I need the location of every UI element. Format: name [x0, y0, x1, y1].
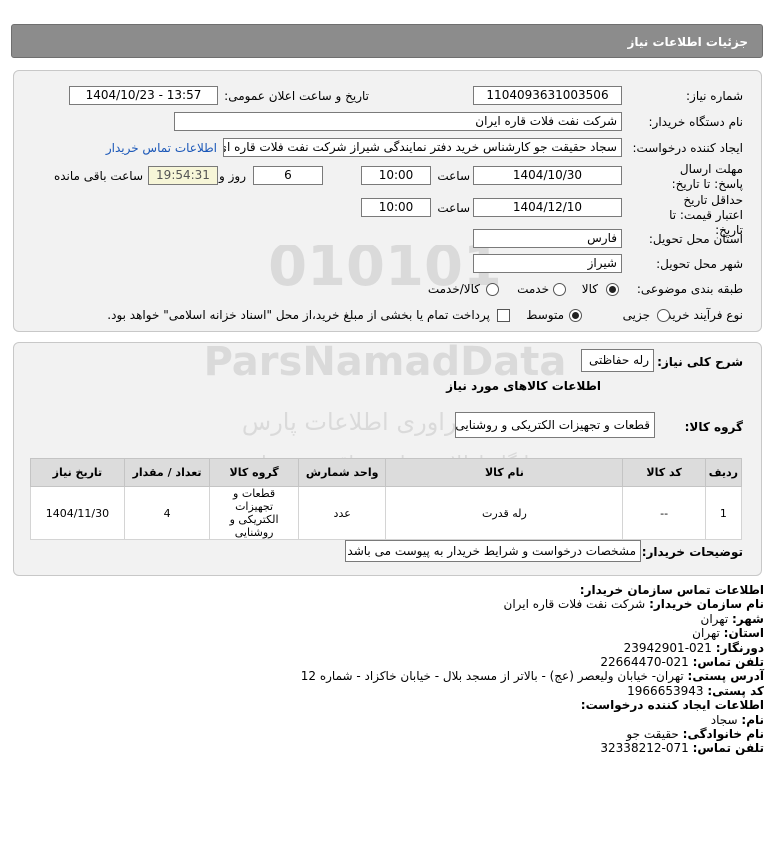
contact-org: نام سازمان خریدار: شرکت نفت فلات قاره ای… — [503, 597, 765, 612]
reply-deadline-label: مهلت ارسال پاسخ: تا تاریخ: — [671, 162, 743, 191]
delivery-province-field[interactable]: فارس — [473, 229, 622, 248]
cell-row-number: 1 — [704, 486, 743, 540]
process-option-medium: متوسط — [526, 308, 564, 322]
col-goods-name: نام کالا — [385, 458, 624, 487]
col-row-number: ردیف — [704, 458, 743, 487]
col-need-date: تاریخ نیاز — [30, 458, 125, 487]
goods-table-header-row: ردیف کد کالا نام کالا واحد شمارش گروه کا… — [30, 458, 743, 487]
process-option-minor: جزیی — [622, 308, 650, 322]
contact-province: استان: تهران — [692, 626, 764, 641]
buyer-contact-link[interactable]: اطلاعات تماس خریدار — [106, 141, 217, 155]
days-label: روز و — [219, 169, 246, 183]
general-desc-field: رله حفاظتی — [581, 349, 654, 372]
cell-need-date: 1404/11/30 — [30, 486, 125, 540]
cell-quantity: 4 — [123, 486, 211, 540]
price-validity-date-field[interactable]: 1404/12/10 — [473, 198, 622, 217]
reply-time-field[interactable]: 10:00 — [361, 166, 431, 185]
goods-group-label: گروه کالا: — [684, 420, 743, 434]
contact-section: اطلاعات تماس سازمان خریدار: نام سازمان خ… — [301, 583, 764, 756]
announce-datetime-field[interactable]: 1404/10/23 - 13:57 — [69, 86, 218, 105]
buyer-notes-label: توضیحات خریدار: — [641, 545, 743, 559]
goods-group-field: قطعات و تجهیزات الکتریکی و روشنایی — [455, 412, 655, 438]
goods-info-title: اطلاعات کالاهای مورد نیاز — [446, 379, 601, 393]
general-desc-label: شرح کلی نیاز: — [657, 355, 743, 369]
contact-fax: دورنگار: 021-23942901 — [623, 640, 764, 655]
contact-phone: تلفن تماس: 021-22664470 — [600, 655, 764, 670]
contact-postal-code: کد پستی: 1966653943 — [627, 683, 764, 698]
category-radio-goods-service[interactable] — [486, 283, 499, 296]
need-number-label: شماره نیاز: — [686, 89, 743, 103]
cell-goods-group: قطعات و تجهیزات الکتریکی و روشنایی — [209, 486, 299, 540]
price-validity-time-field[interactable]: 10:00 — [361, 198, 431, 217]
reply-days-field[interactable]: 6 — [253, 166, 323, 185]
delivery-city-label: شهر محل تحویل: — [656, 257, 743, 271]
table-row: 1 -- رله قدرت عدد قطعات و تجهیزات الکتری… — [30, 486, 743, 540]
delivery-city-field[interactable]: شیراز — [473, 254, 622, 273]
cell-unit: عدد — [297, 486, 387, 540]
need-number-field[interactable]: 1104093631003506 — [473, 86, 622, 105]
remaining-label: ساعت باقی مانده — [53, 169, 143, 183]
remaining-time-field: 19:54:31 — [148, 166, 218, 185]
process-radio-minor[interactable] — [657, 309, 670, 322]
announce-datetime-label: تاریخ و ساعت اعلان عمومی: — [224, 89, 369, 103]
category-radio-goods[interactable] — [606, 283, 619, 296]
creator-title: اطلاعات ایجاد کننده درخواست: — [580, 698, 764, 713]
buyer-org-label: نام دستگاه خریدار: — [648, 115, 744, 129]
category-label: طبقه بندی موضوعی: — [636, 282, 743, 296]
col-quantity: تعداد / مقدار — [123, 458, 211, 487]
requester-label: ایجاد کننده درخواست: — [632, 141, 743, 155]
col-goods-group: گروه کالا — [209, 458, 299, 487]
goods-table: ردیف کد کالا نام کالا واحد شمارش گروه کا… — [30, 458, 743, 540]
buyer-notes-field: مشخصات درخواست و شرایط خریدار به پیوست م… — [345, 540, 641, 562]
page-header: جزئیات اطلاعات نیاز — [11, 24, 763, 58]
creator-last-name: نام خانوادگی: حقیقت جو — [626, 727, 764, 742]
creator-first-name: نام: سجاد — [710, 712, 764, 727]
category-option-service: خدمت — [517, 282, 549, 296]
category-option-goods-service: کالا/خدمت — [427, 282, 480, 296]
treasury-payment-checkbox[interactable] — [497, 309, 510, 322]
purchase-process-label: نوع فرآیند خرید : — [658, 308, 743, 322]
process-radio-medium[interactable] — [569, 309, 582, 322]
cell-goods-code: -- — [622, 486, 706, 540]
contact-city: شهر: تهران — [700, 611, 764, 626]
creator-phone: تلفن تماس: 071-32338212 — [600, 741, 764, 756]
cell-goods-name: رله قدرت — [385, 486, 624, 540]
requester-field[interactable]: سجاد حقیقت جو کارشناس خرید دفتر نمایندگی… — [223, 138, 622, 157]
category-option-goods: کالا — [581, 282, 598, 296]
contact-title: اطلاعات تماس سازمان خریدار: — [579, 583, 764, 597]
reply-deadline-date-field[interactable]: 1404/10/30 — [473, 166, 622, 185]
col-goods-code: کد کالا — [622, 458, 706, 487]
reply-time-label: ساعت — [437, 169, 470, 183]
contact-address: آدرس پستی: تهران- خیابان ولیعصر (عج) - ب… — [300, 669, 764, 684]
category-radio-service[interactable] — [553, 283, 566, 296]
page-title: جزئیات اطلاعات نیاز — [627, 35, 748, 49]
treasury-payment-note: پرداخت تمام یا بخشی از مبلغ خرید،از محل … — [107, 308, 490, 322]
col-unit: واحد شمارش — [297, 458, 387, 487]
buyer-org-field[interactable]: شرکت نفت فلات قاره ایران — [174, 112, 622, 131]
delivery-province-label: استان محل تحویل: — [648, 232, 743, 246]
price-validity-time-label: ساعت — [437, 201, 470, 215]
